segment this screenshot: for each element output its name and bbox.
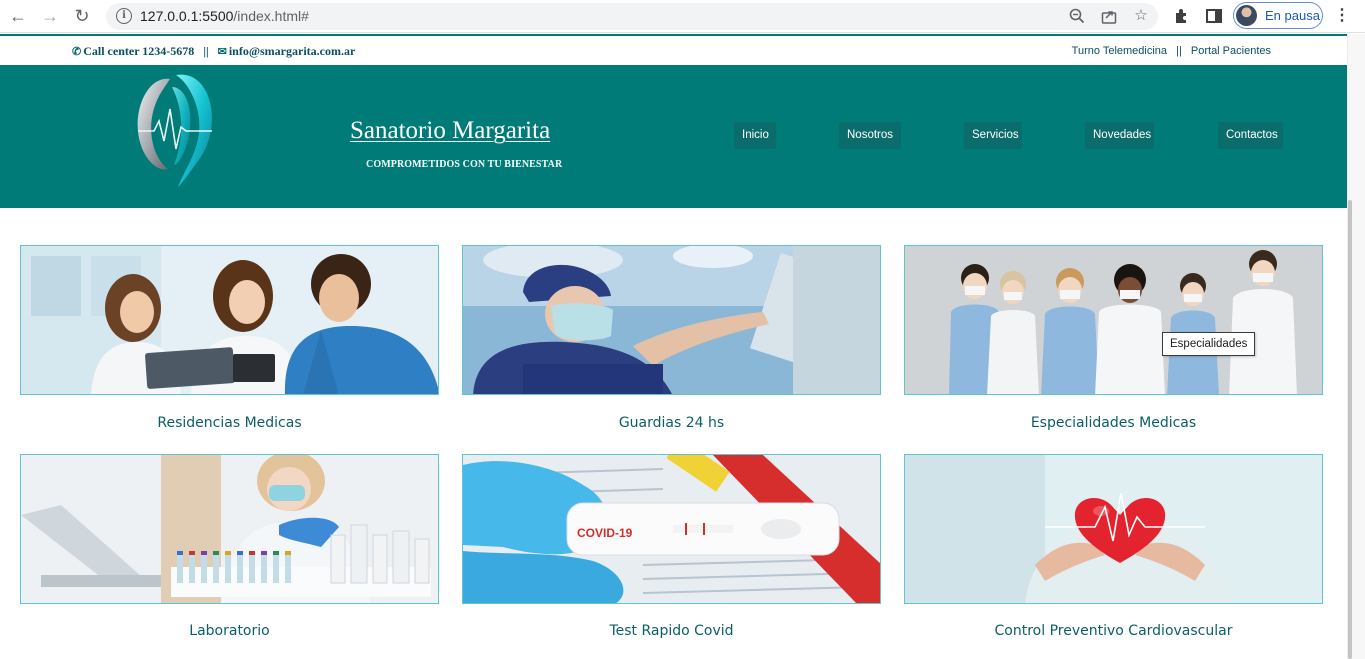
- card-especialidades-image[interactable]: [904, 245, 1323, 395]
- caption-residencias[interactable]: Residencias Medicas: [20, 415, 439, 431]
- card-cardio-image[interactable]: [904, 454, 1323, 604]
- back-arrow-icon[interactable]: ←: [6, 5, 30, 27]
- avatar: [1236, 5, 1257, 26]
- site-header: Sanatorio Margarita COMPROMETIDOS CON TU…: [0, 65, 1347, 208]
- logo-icon[interactable]: [132, 69, 218, 191]
- more-menu-icon[interactable]: ⋮: [1332, 6, 1352, 26]
- caption-cardio[interactable]: Control Preventivo Cardiovascular: [904, 623, 1323, 639]
- nav-servicios[interactable]: Servicios: [964, 122, 1022, 149]
- caption-guardias[interactable]: Guardias 24 hs: [462, 415, 881, 431]
- top-links: Turno Telemedicina || Portal Pacientes: [1072, 45, 1271, 57]
- contact-info: ✆ Call center 1234-5678 || ✉ info@smargari…: [72, 44, 355, 59]
- scrollbar-thumb[interactable]: [1348, 200, 1352, 659]
- page-viewport: ✆ Call center 1234-5678 || ✉ info@smargari…: [0, 34, 1347, 659]
- nav-novedades[interactable]: Novedades: [1085, 122, 1154, 149]
- address-bar[interactable]: i 127.0.0.1:5500/index.html# ☆: [106, 3, 1158, 30]
- profile-label: En pausa: [1265, 8, 1320, 23]
- nav-contactos[interactable]: Contactos: [1218, 122, 1283, 149]
- url-host: 127.0.0.1:5500: [140, 8, 234, 24]
- caption-covid[interactable]: Test Rapido Covid: [462, 623, 881, 639]
- site-info-icon[interactable]: i: [116, 8, 132, 24]
- bookmark-star-icon[interactable]: ☆: [1132, 7, 1150, 25]
- card-guardias-image[interactable]: [462, 245, 881, 395]
- envelope-icon: ✉: [217, 46, 227, 58]
- phone-icon: ✆: [72, 46, 82, 58]
- phone-text: Call center 1234-5678: [83, 44, 195, 58]
- side-panel-icon[interactable]: [1204, 6, 1224, 26]
- card-laboratorio-image[interactable]: [20, 454, 439, 604]
- brand-tagline: COMPROMETIDOS CON TU BIENESTAR: [366, 159, 563, 170]
- reload-icon[interactable]: ↻: [70, 5, 94, 27]
- link-telemedicina[interactable]: Turno Telemedicina: [1072, 45, 1167, 57]
- card-covid-image[interactable]: COVID-19: [462, 454, 881, 604]
- caption-laboratorio[interactable]: Laboratorio: [20, 623, 439, 639]
- contact-bar: ✆ Call center 1234-5678 || ✉ info@smargari…: [0, 34, 1347, 65]
- covid-label: COVID-19: [577, 526, 633, 540]
- extensions-icon[interactable]: [1172, 6, 1192, 26]
- brand-title[interactable]: Sanatorio Margarita: [350, 117, 550, 145]
- link-portal-pacientes[interactable]: Portal Pacientes: [1191, 45, 1271, 57]
- contact-separator: ||: [203, 44, 209, 58]
- url-path: /index.html#: [233, 8, 309, 24]
- links-separator: ||: [1176, 45, 1182, 57]
- card-residencias-image[interactable]: [20, 245, 439, 395]
- zoom-icon[interactable]: [1068, 7, 1086, 25]
- tooltip: Especialidades: [1162, 332, 1256, 356]
- profile-button[interactable]: En pausa: [1233, 2, 1323, 29]
- email-text[interactable]: info@smargarita.com.ar: [229, 44, 355, 58]
- nav-nosotros[interactable]: Nosotros: [839, 122, 901, 149]
- nav-inicio[interactable]: Inicio: [734, 122, 776, 149]
- caption-especialidades[interactable]: Especialidades Medicas: [904, 415, 1323, 431]
- share-icon[interactable]: [1100, 7, 1118, 25]
- address-url[interactable]: 127.0.0.1:5500/index.html#: [140, 8, 309, 24]
- browser-toolbar: ← → ↻ i 127.0.0.1:5500/index.html# ☆ En …: [0, 0, 1365, 33]
- forward-arrow-icon[interactable]: →: [38, 5, 62, 27]
